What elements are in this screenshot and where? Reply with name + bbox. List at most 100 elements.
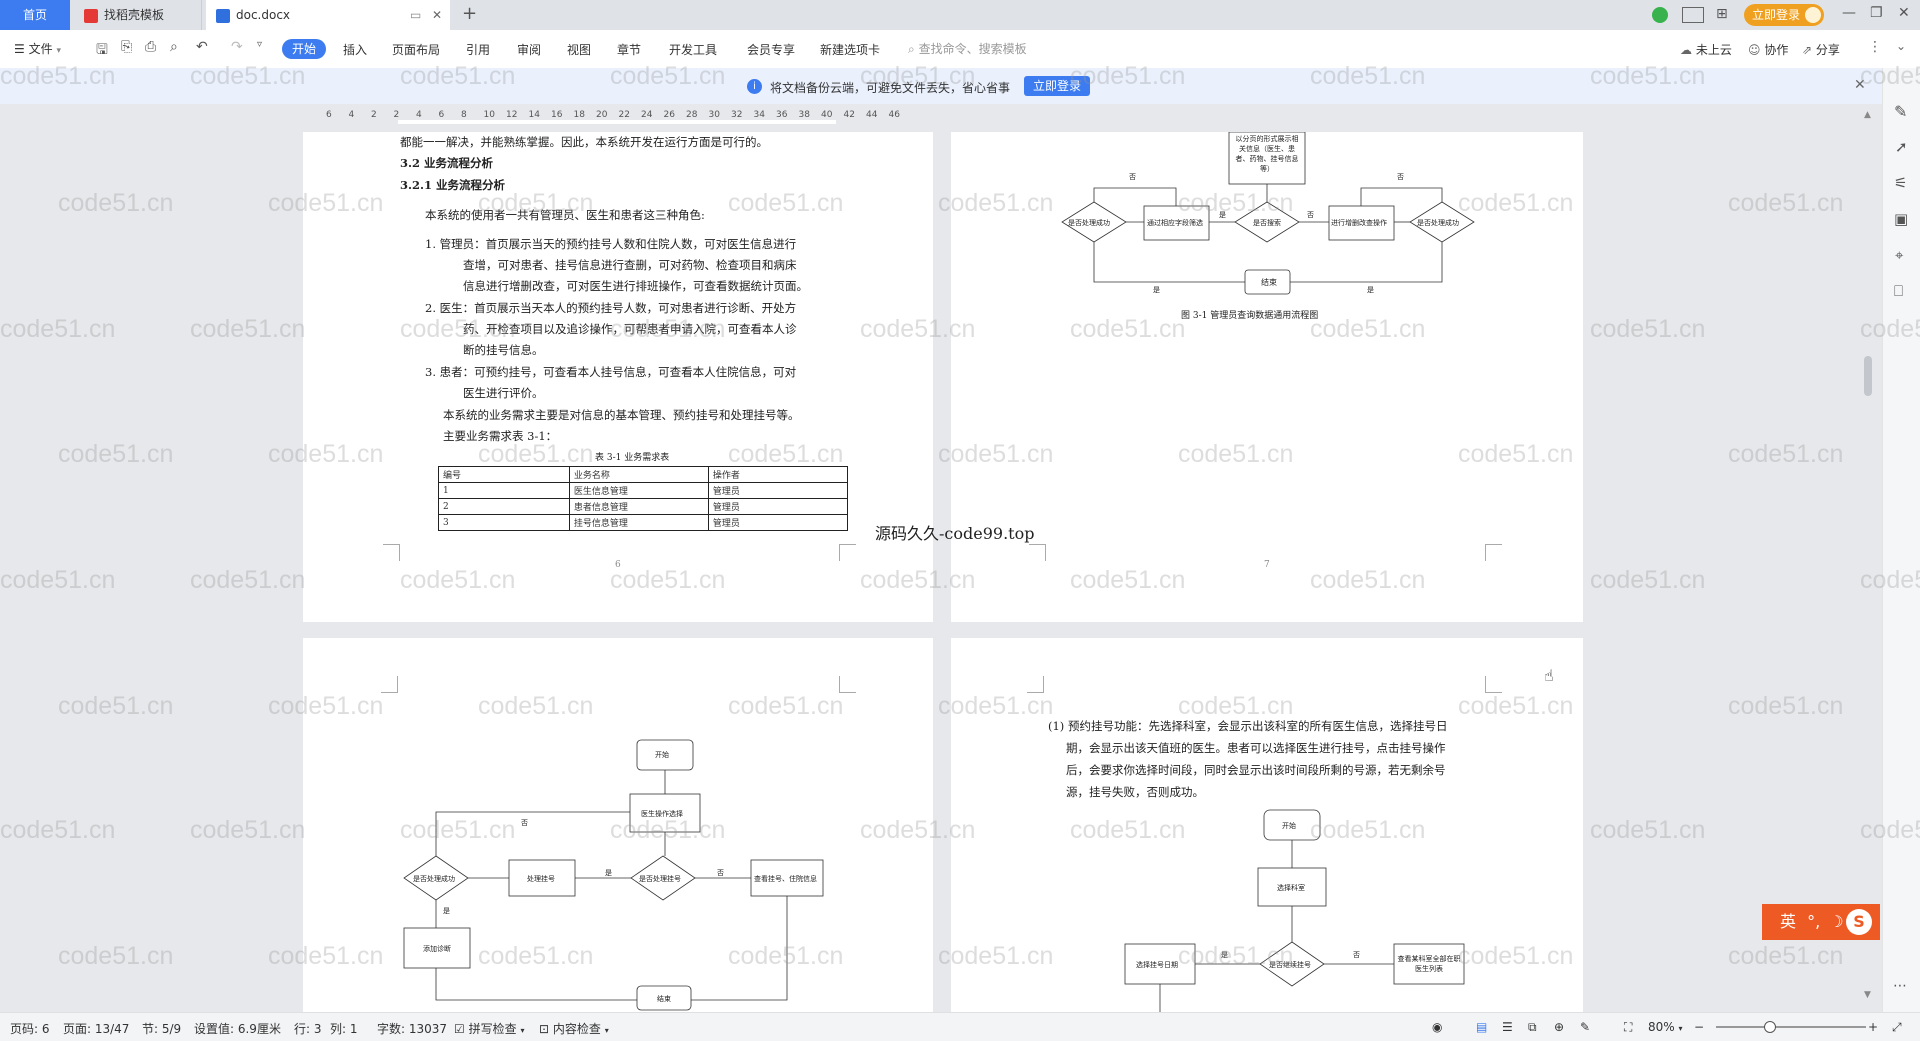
status-pages[interactable]: 页面: 13/47 xyxy=(63,1020,129,1037)
tab-template[interactable]: 找稻壳模板 xyxy=(74,0,202,30)
section-heading: 3.2 业务流程分析 xyxy=(400,156,494,170)
ruler-tick: 40 xyxy=(821,110,833,120)
status-words[interactable]: 字数: 13037 xyxy=(377,1020,447,1037)
minimize-icon[interactable]: — xyxy=(1842,5,1856,21)
tab-member[interactable]: 会员专享 xyxy=(747,41,795,58)
redo-icon[interactable]: ↷ xyxy=(231,39,243,55)
status-section[interactable]: 节: 5/9 xyxy=(142,1020,181,1037)
page-view-icon[interactable]: ▤ xyxy=(1476,1020,1487,1034)
ruler-tick: 6 xyxy=(326,110,332,120)
content-check-label: 内容检查 xyxy=(552,1022,601,1036)
close-window-icon[interactable]: ✕ xyxy=(1898,5,1910,21)
status-page[interactable]: 页码: 6 xyxy=(10,1020,50,1037)
new-tab-button[interactable]: + xyxy=(462,3,477,24)
zoom-slider-thumb[interactable] xyxy=(1764,1021,1776,1033)
web-view-icon[interactable]: ⊕ xyxy=(1554,1020,1564,1034)
tab-home[interactable]: 首页 xyxy=(0,0,70,30)
file-menu[interactable]: ☰ 文件 ▾ xyxy=(14,40,61,57)
fit-page-icon[interactable]: ⛶ xyxy=(1624,1020,1632,1035)
select-cursor-icon[interactable]: ➚ xyxy=(1895,138,1908,156)
notice-login-button[interactable]: 立即登录 xyxy=(1024,76,1090,96)
content-check-icon: ⊡ xyxy=(539,1022,550,1036)
layout-icon[interactable] xyxy=(1682,7,1704,23)
tab-review[interactable]: 审阅 xyxy=(517,41,541,58)
spell-check-toggle[interactable]: ☑ 拼写检查 ▾ xyxy=(454,1020,524,1037)
restore-icon[interactable]: ❐ xyxy=(1870,5,1883,21)
ime-widget[interactable]: 英 °, ☽ S xyxy=(1762,904,1880,940)
table-header-row: 编号 业务名称 操作者 xyxy=(438,466,849,483)
tab-references[interactable]: 引用 xyxy=(466,41,490,58)
scrollbar-thumb[interactable] xyxy=(1864,356,1872,396)
status-row[interactable]: 行: 3 xyxy=(294,1020,322,1037)
outline-view-icon[interactable]: ☰ xyxy=(1502,1020,1513,1034)
print-preview-icon[interactable]: ⌕ xyxy=(170,39,178,55)
ruler-tick: 44 xyxy=(866,110,878,120)
horizontal-ruler[interactable]: 6 4 2 2 4 6 8 10 12 14 16 18 20 22 24 26 28 30 32 34 36 38 40 4… xyxy=(300,104,1920,130)
image-icon[interactable]: ▣ xyxy=(1894,210,1908,228)
zoom-in-icon[interactable]: + xyxy=(1868,1020,1878,1034)
eye-protect-icon[interactable]: ◉ xyxy=(1432,1020,1442,1034)
tab-chapter[interactable]: 章节 xyxy=(617,41,641,58)
more-tools-icon[interactable]: ⋯ xyxy=(1893,978,1907,994)
flow-label: 是 xyxy=(605,869,612,877)
tab-insert[interactable]: 插入 xyxy=(343,41,367,58)
write-view-icon[interactable]: ✎ xyxy=(1580,1020,1590,1034)
zoom-out-icon[interactable]: − xyxy=(1694,1020,1704,1034)
collab-button[interactable]: ☺ 协作 xyxy=(1748,41,1788,58)
page-8[interactable]: 开始 医生操作选择 是否处理挂号 处理挂号 是否处理成功 查看挂号、住院信息 添… xyxy=(303,638,933,1012)
status-setting[interactable]: 设置值: 6.9厘米 xyxy=(194,1020,281,1037)
tab-doc[interactable]: doc.docx ▭ ✕ xyxy=(206,0,450,30)
watermark: code51.cn xyxy=(1728,440,1844,468)
command-search-placeholder: 查找命令、搜索模板 xyxy=(918,42,1027,56)
page-6[interactable]: 都能一一解决，并能熟练掌握。因此，本系统开发在运行方面是可行的。 3.2 业务流… xyxy=(303,132,933,622)
page-7[interactable]: 以分页的形式展示相关信息（医生、患者、药物、挂号信息等） 是否处理成功 通过相应… xyxy=(951,132,1583,622)
zoom-level[interactable]: 80% ▾ xyxy=(1648,1020,1683,1034)
save-icon[interactable]: 🖫 xyxy=(96,39,108,63)
undo-icon[interactable]: ↶ xyxy=(196,39,208,55)
margin-mark xyxy=(1029,544,1046,561)
pen-icon[interactable]: ✎ xyxy=(1894,102,1907,121)
status-col[interactable]: 列: 1 xyxy=(330,1020,358,1037)
command-search[interactable]: ⌕ 查找命令、搜索模板 xyxy=(908,40,1027,57)
customize-icon[interactable]: ▿ xyxy=(257,39,262,50)
scroll-down-icon[interactable]: ▼ xyxy=(1864,990,1871,1000)
tab-page-layout[interactable]: 页面布局 xyxy=(392,41,440,58)
apps-grid-icon[interactable]: ⊞ xyxy=(1716,6,1728,22)
content-check-toggle[interactable]: ⊡ 内容检查 ▾ xyxy=(539,1020,609,1037)
tab-new[interactable]: 新建选项卡 xyxy=(820,41,880,58)
cloud-status[interactable]: ☁ 未上云 xyxy=(1680,41,1732,58)
tab-view[interactable]: 视图 xyxy=(567,41,591,58)
read-view-icon[interactable]: ⧉ xyxy=(1528,1020,1537,1035)
fullscreen-icon[interactable]: ⤢ xyxy=(1892,1020,1902,1035)
list-item: 信息进行增删改查，可对医生进行排班操作，可查看数据统计页面。 xyxy=(463,279,808,293)
vertical-scrollbar[interactable]: ▲ ▼ xyxy=(1862,108,1876,1012)
hand-cursor-icon: ☝ xyxy=(1544,666,1554,685)
update-icon[interactable] xyxy=(1652,7,1668,23)
share-button[interactable]: ⇗ 分享 xyxy=(1802,41,1840,58)
page-number: 7 xyxy=(1264,560,1270,570)
location-icon[interactable]: ⌖ xyxy=(1895,246,1903,264)
list-item: 1. 管理员：首页展示当天的预约挂号人数和住院人数，可对医生信息进行 xyxy=(425,237,797,251)
ruler-tick: 46 xyxy=(888,110,900,120)
tab-pin-icon[interactable]: ▭ xyxy=(410,0,421,30)
tab-start[interactable]: 开始 xyxy=(282,39,326,59)
ruler-tick: 34 xyxy=(753,110,765,120)
zoom-slider[interactable] xyxy=(1716,1021,1866,1033)
book-icon[interactable]: ⎕ xyxy=(1894,282,1903,300)
page-9[interactable]: (1) 预约挂号功能：先选择科室，会显示出该科室的所有医生信息，选择挂号日 期，… xyxy=(951,638,1583,1012)
table-cell: 3 xyxy=(438,514,570,531)
collapse-ribbon-icon[interactable]: ⌄ xyxy=(1896,39,1906,53)
export-pdf-icon[interactable]: ⎘ xyxy=(121,39,132,55)
margin-mark xyxy=(383,544,400,561)
tab-developer[interactable]: 开发工具 xyxy=(669,41,717,58)
tab-close-icon[interactable]: ✕ xyxy=(432,0,442,30)
adjust-icon[interactable]: ⚟ xyxy=(1894,174,1907,192)
notice-close-icon[interactable]: ✕ xyxy=(1854,77,1866,93)
list-item: 查增，可对患者、挂号信息进行查删，可对药物、检查项目和病床 xyxy=(463,258,797,272)
print-icon[interactable]: ⎙ xyxy=(145,39,156,55)
login-button[interactable]: 立即登录 xyxy=(1744,4,1824,26)
scroll-up-icon[interactable]: ▲ xyxy=(1864,110,1871,120)
sogou-logo-icon: S xyxy=(1846,909,1872,935)
more-icon[interactable]: ⋮ xyxy=(1868,39,1882,55)
chevron-down-icon: ▾ xyxy=(604,1026,609,1035)
